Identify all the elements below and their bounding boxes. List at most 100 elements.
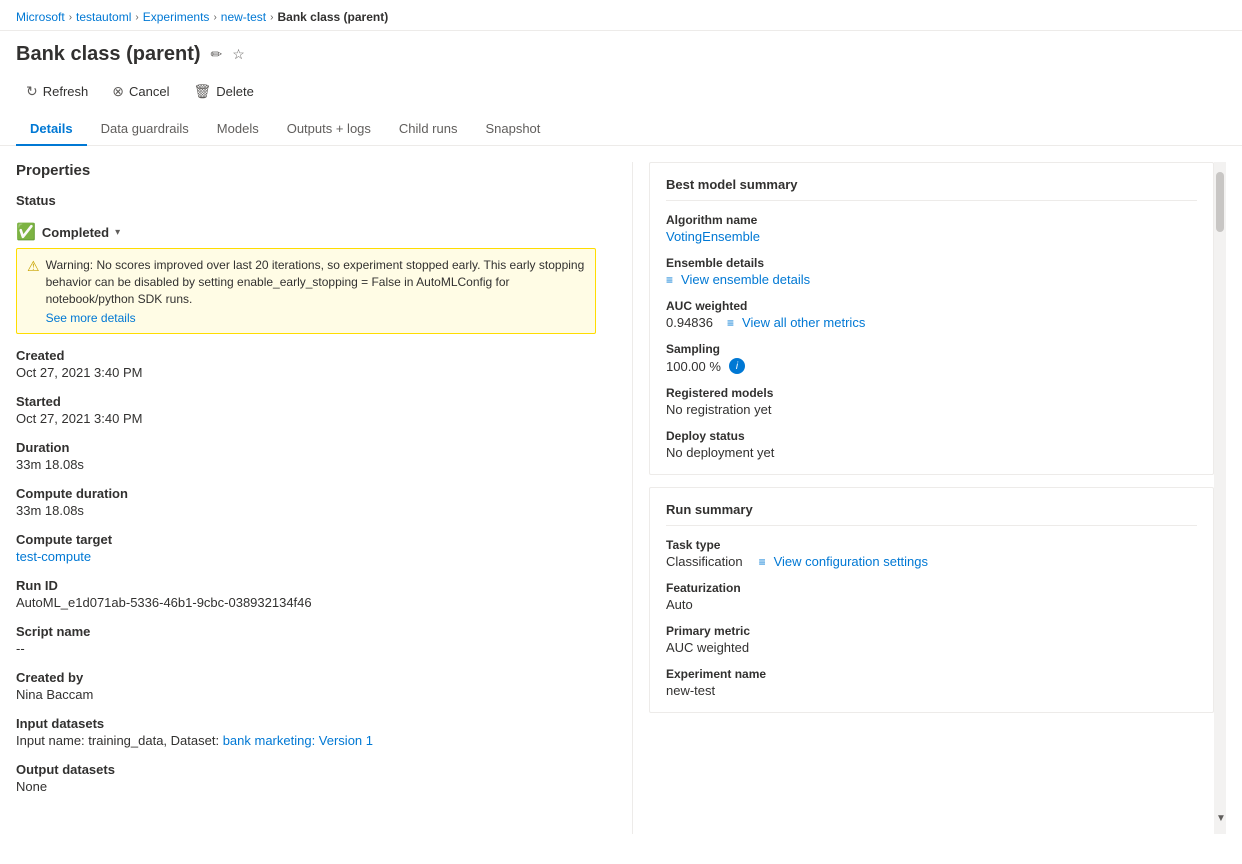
registered-label: Registered models [666,386,1197,400]
best-model-title: Best model summary [666,177,1197,201]
view-config-link[interactable]: View configuration settings [774,554,928,569]
featurization-value: Auto [666,597,1197,612]
algorithm-label: Algorithm name [666,213,1197,227]
breadcrumb-experiments[interactable]: Experiments [143,10,210,24]
refresh-icon: ↻ [26,83,38,100]
primary-metric-row: Primary metric AUC weighted [666,624,1197,655]
input-datasets-value: Input name: training_data, Dataset: bank… [16,733,596,748]
main-content: Properties Status ✅ Completed ▾ ⚠ Warnin… [0,146,1242,850]
breadcrumb-current: Bank class (parent) [277,10,388,24]
task-type-value: Classification ≡ View configuration sett… [666,554,1197,569]
page-title: Bank class (parent) [16,43,201,66]
breadcrumb-microsoft[interactable]: Microsoft [16,10,65,24]
deploy-value: No deployment yet [666,445,1197,460]
warning-box: ⚠ Warning: No scores improved over last … [16,248,596,334]
sampling-row: Sampling 100.00 % i [666,342,1197,374]
warning-content: Warning: No scores improved over last 20… [46,257,585,325]
refresh-label: Refresh [43,84,89,99]
view-metrics-link[interactable]: View all other metrics [742,315,865,330]
task-type-row: Task type Classification ≡ View configur… [666,538,1197,569]
auc-row: AUC weighted 0.94836 ≡ View all other me… [666,299,1197,330]
experiment-name-value: new-test [666,683,1197,698]
toolbar: ↻ Refresh ⊗ Cancel 🗑 Delete [0,74,1242,113]
task-type-label: Task type [666,538,1197,552]
refresh-button[interactable]: ↻ Refresh [16,78,98,105]
auc-number: 0.94836 [666,315,713,330]
page-title-row: Bank class (parent) ✏ ☆ [0,31,1242,74]
compute-duration-label: Compute duration [16,486,596,501]
status-completed-icon: ✅ [16,222,36,242]
breadcrumb-new-test[interactable]: new-test [221,10,266,24]
delete-icon: 🗑 [193,83,211,100]
tabs: Details Data guardrails Models Outputs +… [0,113,1242,146]
scroll-down-icon[interactable]: ▼ [1216,813,1226,824]
auc-value: 0.94836 ≡ View all other metrics [666,315,1197,330]
warning-text: Warning: No scores improved over last 20… [46,258,585,306]
cancel-label: Cancel [129,84,169,99]
run-summary-panel: Run summary Task type Classification ≡ V… [649,487,1214,713]
compute-target-value: test-compute [16,549,596,564]
primary-metric-value: AUC weighted [666,640,1197,655]
created-value: Oct 27, 2021 3:40 PM [16,365,596,380]
auc-label: AUC weighted [666,299,1197,313]
tab-data-guardrails[interactable]: Data guardrails [87,113,203,146]
breadcrumb: Microsoft › testautoml › Experiments › n… [0,0,1242,31]
ensemble-link[interactable]: View ensemble details [681,272,810,287]
experiment-name-label: Experiment name [666,667,1197,681]
scrollbar-thumb[interactable] [1216,172,1224,232]
status-value: Completed [42,225,109,240]
featurization-row: Featurization Auto [666,581,1197,612]
warning-icon: ⚠ [27,258,40,275]
experiment-name-row: Experiment name new-test [666,667,1197,698]
input-datasets-link[interactable]: bank marketing: Version 1 [223,733,373,748]
breadcrumb-sep-4: › [270,12,273,23]
tab-outputs-logs[interactable]: Outputs + logs [273,113,385,146]
duration-label: Duration [16,440,596,455]
started-value: Oct 27, 2021 3:40 PM [16,411,596,426]
see-more-details-link[interactable]: See more details [46,311,585,325]
algorithm-link[interactable]: VotingEnsemble [666,229,760,244]
ensemble-label: Ensemble details [666,256,1197,270]
compute-target-label: Compute target [16,532,596,547]
compute-target-link[interactable]: test-compute [16,549,91,564]
created-by-value: Nina Baccam [16,687,596,702]
star-icon[interactable]: ☆ [232,46,245,63]
script-name-value: -- [16,641,596,656]
status-row: ✅ Completed ▾ [16,222,596,242]
right-panels: Best model summary Algorithm name Voting… [649,162,1214,834]
cancel-icon: ⊗ [112,83,124,100]
breadcrumb-testautoml[interactable]: testautoml [76,10,131,24]
tab-snapshot[interactable]: Snapshot [471,113,554,146]
ensemble-row: Ensemble details ≡ View ensemble details [666,256,1197,287]
delete-label: Delete [216,84,254,99]
sampling-info-icon[interactable]: i [729,358,745,374]
algorithm-row: Algorithm name VotingEnsemble [666,213,1197,244]
sampling-label: Sampling [666,342,1197,356]
tab-details[interactable]: Details [16,113,87,146]
edit-icon[interactable]: ✏ [211,46,223,63]
output-datasets-value: None [16,779,596,794]
primary-metric-label: Primary metric [666,624,1197,638]
ensemble-icon: ≡ [666,273,673,287]
tab-models[interactable]: Models [203,113,273,146]
status-label: Status [16,193,596,208]
delete-button[interactable]: 🗑 Delete [183,78,263,105]
featurization-label: Featurization [666,581,1197,595]
output-datasets-label: Output datasets [16,762,596,777]
registered-value: No registration yet [666,402,1197,417]
tab-child-runs[interactable]: Child runs [385,113,472,146]
cancel-button[interactable]: ⊗ Cancel [102,78,179,105]
sampling-value: 100.00 % i [666,358,1197,374]
duration-value: 33m 18.08s [16,457,596,472]
ensemble-value: ≡ View ensemble details [666,272,1197,287]
scrollbar-track[interactable]: ▼ [1214,162,1226,834]
input-datasets-prefix: Input name: training_data, Dataset: [16,733,223,748]
best-model-panel: Best model summary Algorithm name Voting… [649,162,1214,475]
breadcrumb-sep-2: › [135,12,138,23]
task-type-text: Classification [666,554,743,569]
status-dropdown-icon[interactable]: ▾ [115,227,120,238]
algorithm-value: VotingEnsemble [666,229,1197,244]
breadcrumb-sep-3: › [213,12,216,23]
run-summary-title: Run summary [666,502,1197,526]
input-datasets-label: Input datasets [16,716,596,731]
